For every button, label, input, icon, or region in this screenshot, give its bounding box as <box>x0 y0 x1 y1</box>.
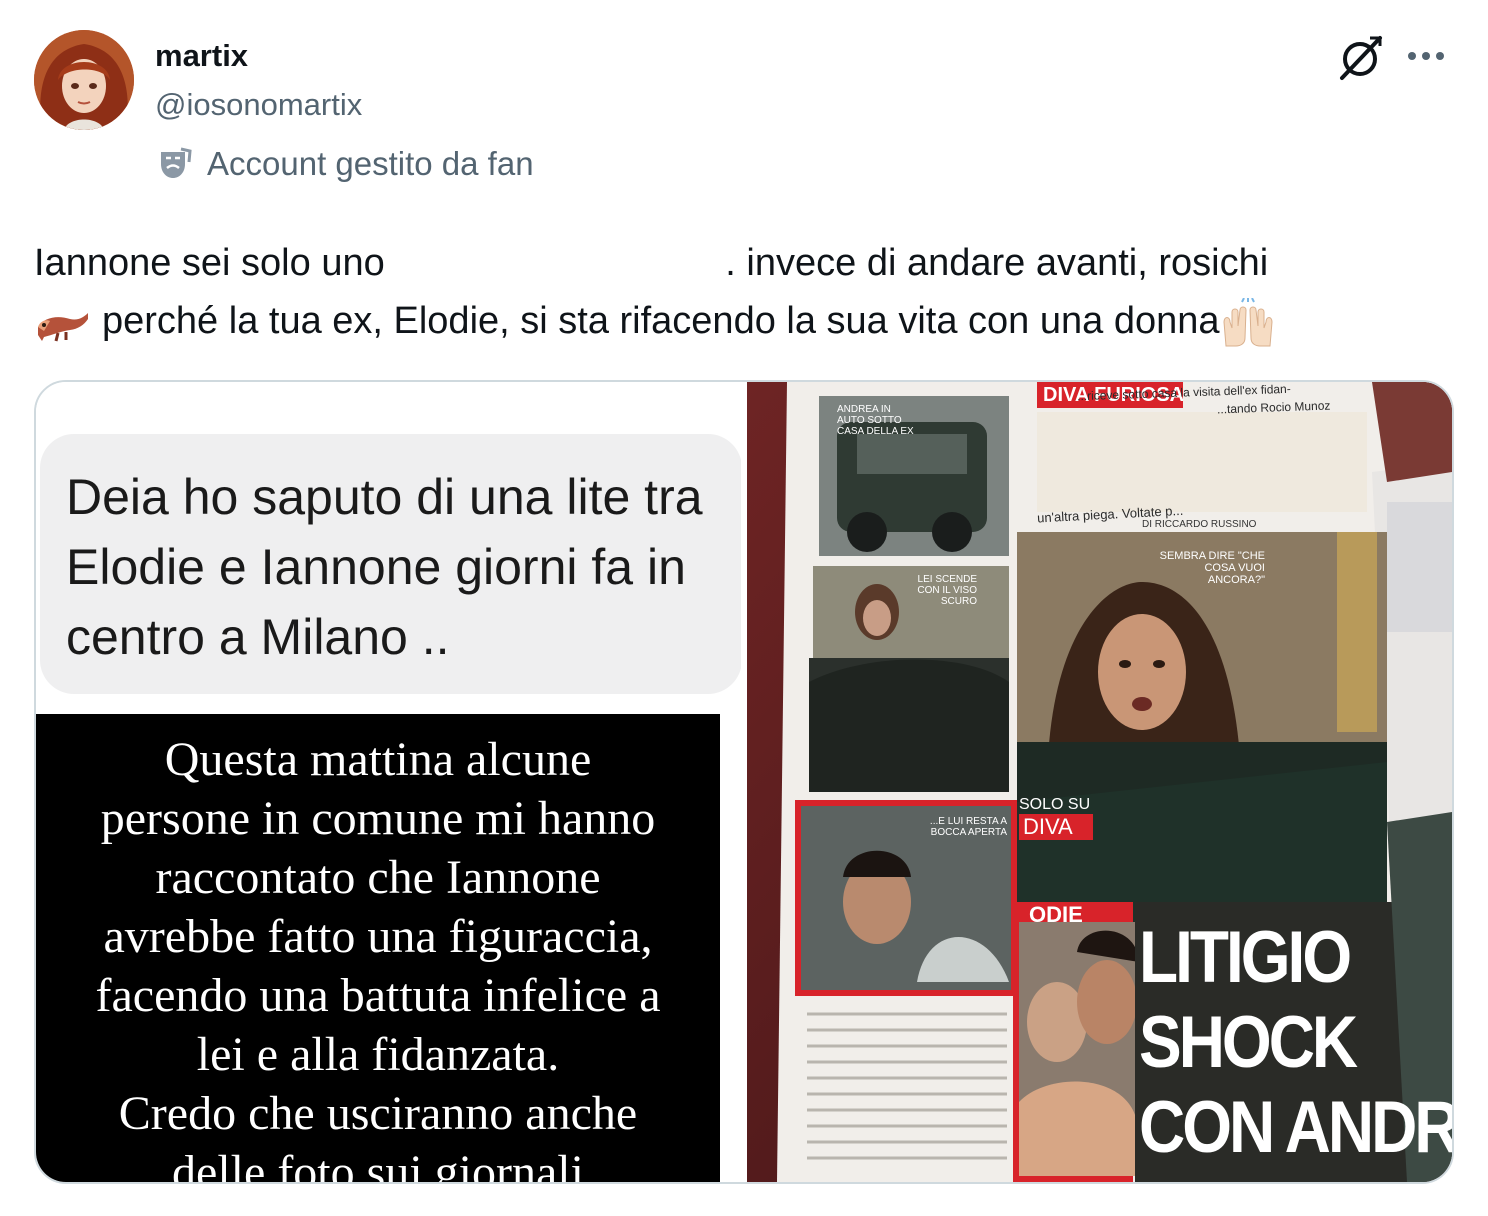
author-display-name[interactable]: martix <box>155 38 248 74</box>
story-line: avrebbe fatto una figuraccia, <box>103 910 653 963</box>
fan-account-badge: Account gestito da fan <box>157 145 534 183</box>
post-text: Iannone sei solo uno . invece di andare … <box>34 234 1454 350</box>
magazine-byline: DI RICCARDO RUSSINO <box>1142 519 1257 530</box>
headline-line: SHOCK <box>1139 1000 1358 1084</box>
headline-line: CON ANDR <box>1139 1085 1452 1169</box>
story-line: Credo che usciranno anche <box>118 1087 638 1140</box>
theater-mask-icon <box>161 147 192 178</box>
solo-su-label: SOLO SU <box>1019 796 1091 813</box>
post-media[interactable]: Deia ho saputo di una lite tra Elodie e … <box>34 380 1454 1184</box>
post-text-part-1: Iannone sei solo uno <box>34 242 385 284</box>
headline-line: LITIGIO <box>1139 915 1352 998</box>
post-text-part-2: . invece di andare avanti, rosichi <box>725 242 1269 284</box>
story-text: Questa mattina alcune persone in comune … <box>36 730 720 1182</box>
story-line: delle foto sui giornali <box>172 1146 584 1182</box>
story-line: raccontato che Iannone <box>155 851 601 904</box>
story-screenshot: Questa mattina alcune persone in comune … <box>36 714 720 1182</box>
grok-icon[interactable] <box>1336 32 1386 82</box>
post-text-part-3: perché la tua ex, Elodie, si sta rifacen… <box>102 300 1220 342</box>
message-bubble: Deia ho saputo di una lite tra Elodie e … <box>40 434 741 694</box>
diva-label: DIVA <box>1019 814 1093 840</box>
story-line: Questa mattina alcune <box>164 733 592 786</box>
media-image-left[interactable]: Deia ho saputo di una lite tra Elodie e … <box>36 382 741 1182</box>
message-bubble-text: Deia ho saputo di una lite tra Elodie e … <box>66 469 703 665</box>
caption-car: ANDREA IN AUTO SOTTO CASA DELLA EX <box>837 404 914 437</box>
post-text-line-1: Iannone sei solo uno . invece di andare … <box>34 234 1454 292</box>
caption-sembra: SEMBRA DIRE "CHE COSA VUOI ANCORA?" <box>1159 550 1265 586</box>
author-handle[interactable]: @iosonomartix <box>155 87 362 123</box>
caption-lui: ...E LUI RESTA A BOCCA APERTA <box>929 816 1007 838</box>
post-text-line-2: perché la tua ex, Elodie, si sta rifacen… <box>34 292 1454 350</box>
fan-account-label: Account gestito da fan <box>207 145 534 182</box>
story-line: facendo una battuta infelice a <box>95 969 661 1022</box>
media-image-right[interactable]: DIVA FURIOSA ...riceve sotto casa la vis… <box>747 382 1452 1182</box>
story-line: lei e alla fidanzata. <box>196 1028 560 1081</box>
raising-hands-emoji <box>1222 297 1273 347</box>
redacted-word <box>395 250 725 280</box>
elodie-tag: ODIE <box>1029 902 1083 927</box>
headline: LITIGIO SHOCK CON ANDR <box>1139 914 1452 1169</box>
ferret-emoji <box>38 312 88 342</box>
more-dots-icon[interactable] <box>1404 36 1448 76</box>
story-line: persone in comune mi hanno <box>100 792 656 845</box>
caption-lei: LEI SCENDE CON IL VISO SCURO <box>917 574 977 607</box>
avatar[interactable] <box>34 30 134 130</box>
avatar-image <box>34 30 134 130</box>
